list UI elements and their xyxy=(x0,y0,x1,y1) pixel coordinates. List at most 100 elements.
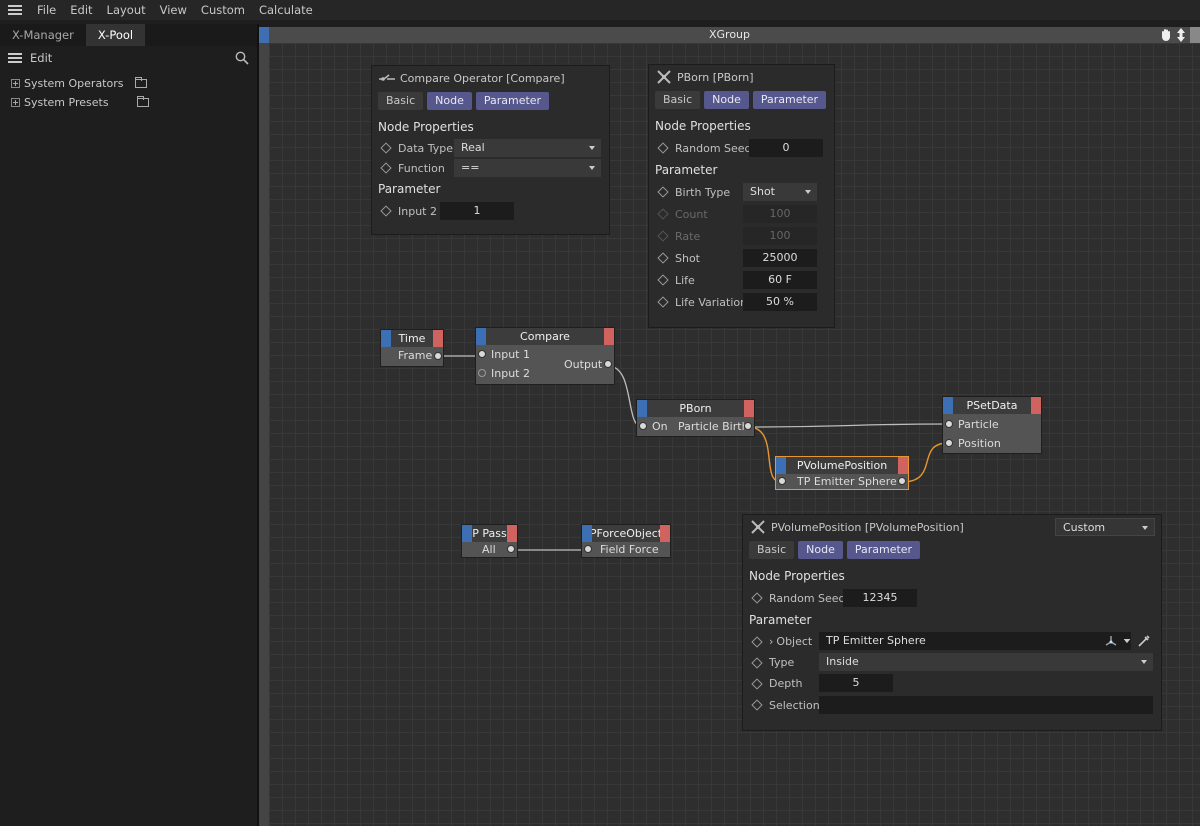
edit-menu[interactable]: Edit xyxy=(30,51,52,65)
panel-tabs: Basic Node Parameter xyxy=(649,91,834,111)
expand-icon[interactable] xyxy=(11,98,20,107)
keyframe-icon xyxy=(657,208,669,220)
mode-select[interactable]: Custom xyxy=(1055,518,1155,536)
tab-node[interactable]: Node xyxy=(704,91,749,109)
input-port[interactable] xyxy=(778,477,786,485)
type-label: Type xyxy=(769,656,795,669)
expand-chevron-icon[interactable]: › xyxy=(769,635,773,648)
pan-hand-icon[interactable] xyxy=(1160,28,1172,42)
function-select[interactable]: == xyxy=(454,159,601,177)
input-port-position[interactable] xyxy=(945,439,953,447)
node-header[interactable]: Time xyxy=(381,330,443,347)
input-port-on[interactable] xyxy=(639,422,647,430)
menu-custom[interactable]: Custom xyxy=(194,0,252,20)
random-seed-field[interactable]: 12345 xyxy=(843,589,917,607)
menu-bar: File Edit Layout View Custom Calculate xyxy=(0,0,1200,20)
node-pborn[interactable]: PBorn On Particle Birth xyxy=(636,399,755,437)
keyframe-icon[interactable] xyxy=(657,296,669,308)
keyframe-icon[interactable] xyxy=(751,635,763,648)
node-title: Time xyxy=(398,332,426,345)
selection-row: Selection xyxy=(743,694,1161,716)
shot-field[interactable]: 25000 xyxy=(743,249,817,267)
node-ppass[interactable]: P Pass All xyxy=(461,524,518,558)
data-type-value: Real xyxy=(461,141,485,154)
output-port[interactable] xyxy=(604,360,612,368)
tab-node[interactable]: Node xyxy=(798,541,843,559)
tab-parameter[interactable]: Parameter xyxy=(475,92,550,110)
menu-edit[interactable]: Edit xyxy=(63,0,99,20)
tree-item-system-operators[interactable]: System Operators xyxy=(0,74,257,93)
menu-calculate[interactable]: Calculate xyxy=(252,0,320,20)
keyframe-icon[interactable] xyxy=(751,656,763,669)
node-pforceobject[interactable]: PForceObject Field Force xyxy=(581,524,671,558)
folder-icon xyxy=(136,96,149,107)
keyframe-icon[interactable] xyxy=(380,142,392,154)
node-header[interactable]: PBorn xyxy=(637,400,754,417)
depth-field[interactable]: 5 xyxy=(819,674,893,692)
node-time[interactable]: Time Frame xyxy=(380,329,444,367)
tab-basic[interactable]: Basic xyxy=(749,541,795,559)
tab-x-manager[interactable]: X-Manager xyxy=(0,24,86,46)
keyframe-icon xyxy=(657,230,669,242)
tab-x-pool[interactable]: X-Pool xyxy=(85,24,146,46)
input2-field[interactable]: 1 xyxy=(440,202,514,220)
tab-parameter[interactable]: Parameter xyxy=(752,91,827,109)
node-header[interactable]: PForceObject xyxy=(582,525,670,542)
type-select[interactable]: Inside xyxy=(819,653,1153,671)
search-icon[interactable] xyxy=(235,51,249,65)
life-field[interactable]: 60 F xyxy=(743,271,817,289)
node-compare[interactable]: Compare Input 1 Input 2 Output xyxy=(475,327,615,385)
node-header[interactable]: PSetData xyxy=(943,397,1041,414)
input-port-2[interactable] xyxy=(478,369,486,377)
keyframe-icon[interactable] xyxy=(657,274,669,286)
tab-node[interactable]: Node xyxy=(427,92,472,110)
keyframe-icon[interactable] xyxy=(380,205,392,217)
node-header[interactable]: P Pass xyxy=(462,525,517,542)
keyframe-icon[interactable] xyxy=(751,592,763,604)
menu-file[interactable]: File xyxy=(30,0,63,20)
keyframe-icon[interactable] xyxy=(657,142,669,154)
tab-basic[interactable]: Basic xyxy=(378,92,424,110)
birth-type-select[interactable]: Shot xyxy=(743,183,817,201)
node-title: Compare xyxy=(520,330,570,343)
node-psetdata[interactable]: PSetData Particle Position xyxy=(942,396,1042,454)
port-label: Position xyxy=(958,437,1001,450)
panel-title: PBorn [PBorn] xyxy=(649,65,834,89)
panel-menu-icon[interactable] xyxy=(0,53,30,63)
scroll-arrows-icon[interactable] xyxy=(1175,28,1187,42)
keyframe-icon[interactable] xyxy=(657,252,669,264)
node-header[interactable]: PVolumePosition xyxy=(776,457,908,474)
keyframe-icon[interactable] xyxy=(751,677,763,690)
keyframe-icon[interactable] xyxy=(657,186,669,198)
output-port-frame[interactable] xyxy=(434,352,442,360)
shot-label: Shot xyxy=(675,251,700,265)
main-menu-icon[interactable] xyxy=(0,0,30,20)
input-port-particle[interactable] xyxy=(945,420,953,428)
tab-parameter[interactable]: Parameter xyxy=(846,541,921,559)
compare-attributes-panel: Compare Operator [Compare] Basic Node Pa… xyxy=(371,65,610,235)
chevron-down-icon xyxy=(1142,526,1148,530)
menu-view[interactable]: View xyxy=(153,0,194,20)
data-type-select[interactable]: Real xyxy=(454,139,601,157)
expand-icon[interactable] xyxy=(11,79,20,88)
output-port-particle-birth[interactable] xyxy=(744,422,752,430)
input-port-field-force[interactable] xyxy=(584,545,592,553)
selection-field[interactable] xyxy=(819,696,1153,714)
object-link-field[interactable]: TP Emitter Sphere xyxy=(819,632,1131,650)
pvolume-node-icon xyxy=(751,520,765,534)
node-header[interactable]: Compare xyxy=(476,328,614,345)
life-variation-field[interactable]: 50 % xyxy=(743,293,817,311)
node-pvolumeposition[interactable]: PVolumePosition TP Emitter Sphere xyxy=(775,456,909,490)
chevron-down-icon[interactable] xyxy=(1123,639,1131,644)
random-seed-field[interactable]: 0 xyxy=(749,139,823,157)
tab-basic[interactable]: Basic xyxy=(655,91,701,109)
input-port-1[interactable] xyxy=(478,350,486,358)
keyframe-icon[interactable] xyxy=(380,162,392,174)
menu-layout[interactable]: Layout xyxy=(100,0,153,20)
keyframe-icon[interactable] xyxy=(751,699,763,711)
output-port-all[interactable] xyxy=(507,545,515,553)
output-port[interactable] xyxy=(898,477,906,485)
tree-item-label: System Presets xyxy=(24,96,109,109)
tree-item-system-presets[interactable]: System Presets xyxy=(0,93,257,112)
eyedropper-icon[interactable] xyxy=(1137,634,1151,648)
